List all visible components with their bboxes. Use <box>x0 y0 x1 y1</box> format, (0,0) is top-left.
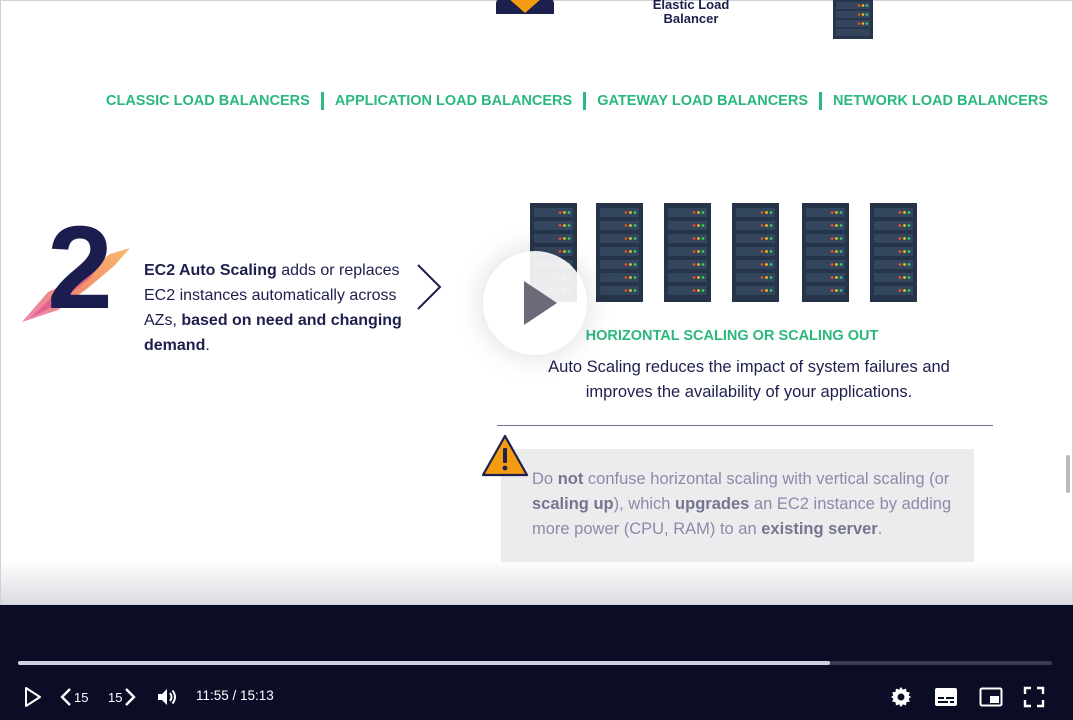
chevron-left-icon <box>60 688 71 706</box>
chevron-right-icon <box>414 262 444 312</box>
warn-text-1: Do <box>532 470 558 488</box>
server-icon <box>596 203 643 302</box>
progress-bar-fill <box>18 661 830 665</box>
server-icon <box>732 203 779 302</box>
server-icon <box>802 203 849 302</box>
rewind-15-button[interactable]: 15 <box>58 684 88 710</box>
server-icon <box>870 203 917 302</box>
server-rack-group <box>530 202 920 304</box>
server-icon <box>664 203 711 302</box>
slide-bottom-fade <box>0 560 1073 605</box>
server-icons <box>530 203 917 302</box>
desc-bold-emphasis: based on need and changing demand <box>144 312 402 354</box>
play-button[interactable] <box>20 684 44 710</box>
captions-icon <box>935 688 957 706</box>
lb-type-network: NETWORK LOAD BALANCERS <box>833 93 1049 109</box>
warn-bold-upgrades: upgrades <box>675 495 750 513</box>
lb-type-classic: CLASSIC LOAD BALANCERS <box>106 93 310 109</box>
warn-text-2: confuse horizontal scaling with vertical… <box>583 470 950 488</box>
center-play-button[interactable] <box>483 251 587 355</box>
vertical-scaling-warning: Do not confuse horizontal scaling with v… <box>532 467 972 542</box>
warn-bold-not: not <box>557 470 584 488</box>
progress-bar[interactable] <box>18 661 1052 665</box>
settings-gear-icon <box>890 686 912 708</box>
auto-scaling-description: EC2 Auto Scaling adds or replaces EC2 in… <box>144 258 414 358</box>
playback-time: 11:55 / 15:13 <box>196 688 274 703</box>
auto-scaling-benefit-text: Auto Scaling reduces the impact of syste… <box>548 358 950 401</box>
elastic-load-balancer-label: Elastic Load Balancer <box>652 0 730 26</box>
volume-icon <box>158 689 176 705</box>
rewind-15-label: 15 <box>74 689 89 705</box>
play-icon <box>524 281 557 325</box>
chevron-right-icon <box>125 688 137 706</box>
section-number: 2 <box>47 214 113 330</box>
captions-button[interactable] <box>934 684 958 710</box>
forward-15-button[interactable]: 15 <box>108 684 138 710</box>
warn-bold-existing-server: existing server <box>761 520 878 538</box>
lb-type-application: APPLICATION LOAD BALANCERS <box>334 93 573 109</box>
warn-bold-scaling-up: scaling up <box>532 495 614 513</box>
desc-bold-term: EC2 Auto Scaling <box>144 262 277 279</box>
lecture-slide: Elastic Load Balancer CLASSIC LOAD BALAN… <box>0 0 1073 605</box>
user-avatar-illustration <box>494 0 556 14</box>
lb-type-gateway: GATEWAY LOAD BALANCERS <box>597 93 808 109</box>
desc-period: . <box>205 337 210 354</box>
slide-scrollbar[interactable] <box>1066 455 1070 493</box>
warn-text-5: . <box>877 520 883 538</box>
warn-text-3: ), which <box>613 495 676 513</box>
warning-icon <box>481 434 529 478</box>
fullscreen-icon <box>1023 686 1045 708</box>
picture-in-picture-button[interactable] <box>979 684 1003 710</box>
play-icon <box>25 687 41 707</box>
forward-15-label: 15 <box>108 689 123 705</box>
fullscreen-button[interactable] <box>1023 684 1045 710</box>
volume-button[interactable] <box>155 684 179 710</box>
separator <box>583 92 587 110</box>
settings-button[interactable] <box>890 684 912 710</box>
separator <box>320 92 324 110</box>
server-icon-top <box>832 0 874 39</box>
section-number-graphic: 2 <box>18 202 136 334</box>
load-balancer-types: CLASSIC LOAD BALANCERS APPLICATION LOAD … <box>106 92 1048 110</box>
picture-in-picture-icon <box>979 687 1003 707</box>
divider-line <box>497 425 993 426</box>
separator <box>819 92 822 110</box>
